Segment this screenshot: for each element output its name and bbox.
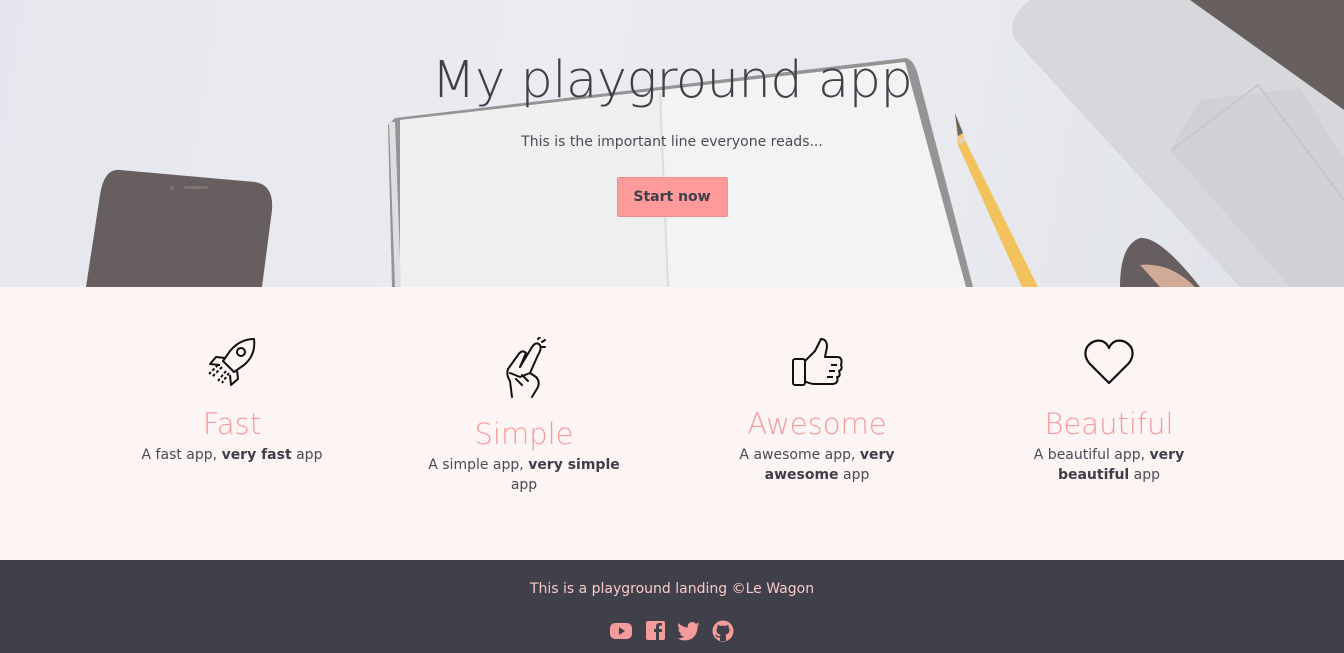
hero-banner: My playground app This is the important …: [0, 0, 1344, 287]
heart-icon: [1084, 339, 1134, 385]
page-title: My playground app: [431, 51, 913, 110]
feature-title: Fast: [202, 407, 262, 441]
start-now-button[interactable]: Start now: [616, 177, 728, 217]
footer: This is a playground landing ©Le Wagon: [0, 560, 1344, 653]
feature-beautiful: Beautiful A beautiful app, very beautifu…: [1009, 337, 1209, 485]
footer-text: This is a playground landing ©Le Wagon: [529, 581, 815, 597]
feature-description: A fast app, very fast app: [141, 447, 323, 463]
feature-awesome: Awesome A awesome app, very awesome app: [717, 337, 917, 485]
rocket-icon: [208, 338, 256, 386]
github-icon[interactable]: [711, 620, 735, 642]
feature-description: A beautiful app, very beautiful app: [1033, 447, 1185, 483]
feature-fast: Fast A fast app, very fast app: [132, 337, 332, 465]
feature-description: A simple app, very simple app: [428, 457, 620, 493]
feature-title: Awesome: [747, 407, 887, 441]
facebook-icon[interactable]: [643, 620, 667, 642]
feature-simple: Simple A simple app, very simple app: [424, 337, 624, 495]
youtube-icon[interactable]: [609, 620, 633, 642]
fingers-crossed-icon: [506, 337, 546, 398]
features-section: Fast A fast app, very fast app Simple A …: [0, 287, 1344, 560]
social-links: [0, 620, 1344, 642]
twitter-icon[interactable]: [677, 620, 701, 642]
hero-subtitle: This is the important line everyone read…: [521, 134, 823, 150]
feature-title: Beautiful: [1044, 407, 1174, 441]
thumbs-up-icon: [792, 338, 843, 386]
feature-title: Simple: [474, 417, 574, 451]
hero-content: My playground app This is the important …: [0, 0, 1344, 217]
feature-description: A awesome app, very awesome app: [739, 447, 895, 483]
